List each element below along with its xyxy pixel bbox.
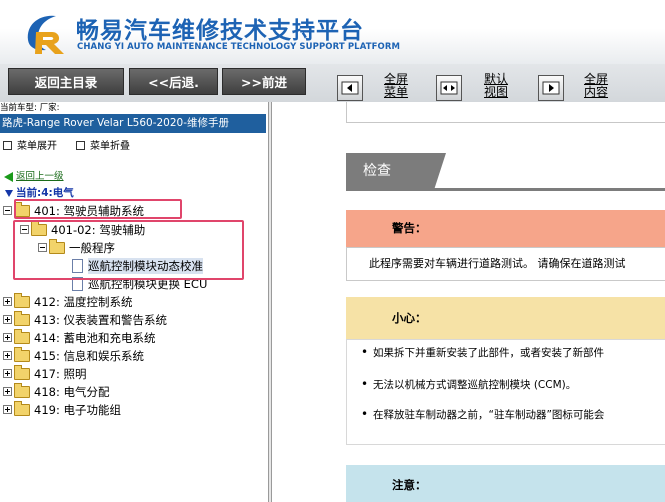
platform-subtitle: CHANG YI AUTO MAINTENANCE TECHNOLOGY SUP… [77,42,401,52]
tree-node-label: 414: 蓄电池和充电系统 [34,330,156,345]
toolbar: 返回主目录 <<后退. >>前进 全屏 菜单 默认 视图 全屏 内容 [0,64,665,102]
tree-panel: 当前车型: 厂家: 路虎-Range Rover Velar L560-2020… [0,102,268,502]
folder-icon [14,292,30,308]
tree-node-401-02[interactable]: 401-02: 驾驶辅助 [20,220,146,238]
tree-node-412[interactable]: 412: 温度控制系统 [3,292,133,310]
caution-heading: 小心： [346,297,665,339]
folder-open-icon [14,201,30,217]
back-arrow-icon [4,171,13,182]
tree-node-label-selected: 巡航控制模块动态校准 [88,257,203,274]
expand-icon[interactable] [3,387,12,396]
caution-item: 无法以机械方式调整巡航控制模块 (CCM)。 [361,377,576,392]
back-up-link[interactable]: 返回上一级 [4,168,64,182]
down-arrow-icon [5,189,13,197]
fullscreen-content-icon[interactable] [538,75,564,101]
tree-node-413[interactable]: 413: 仪表装置和警告系统 [3,310,167,328]
collapse-icon[interactable] [3,206,12,215]
caution-item: 如果拆下并重新安装了此部件，或者安装了新部件 [361,345,604,360]
header-banner: 畅易汽车维修技术支持平台 CHANG YI AUTO MAINTENANCE T… [0,0,665,64]
collapse-menu-button[interactable]: 菜单折叠 [76,137,130,152]
folder-open-icon [31,220,47,236]
back-up-label: 返回上一级 [16,171,64,182]
platform-title: 畅易汽车维修技术支持平台 [76,18,364,44]
fullscreen-menu-label-2: 菜单 [384,85,409,99]
cy-logo-icon [27,15,64,54]
tree-node-cruise-calibration[interactable]: 巡航控制模块动态校准 [72,257,203,274]
tree-node-414[interactable]: 414: 蓄电池和充电系统 [3,328,156,346]
warning-text: 此程序需要对车辆进行道路测试。 请确保在道路测试 [346,247,665,281]
tree-node-label: 415: 信息和娱乐系统 [34,348,144,363]
current-category: 当前:4:电气 [5,185,74,200]
expand-icon[interactable] [3,351,12,360]
tree-node-general-procedures[interactable]: 一般程序 [38,238,115,256]
content-panel: 检查 警告： 此程序需要对车辆进行道路测试。 请确保在道路测试 小心： 如果拆下… [272,102,665,502]
expand-icon[interactable] [3,297,12,306]
tree-node-419[interactable]: 419: 电子功能组 [3,400,121,418]
current-category-label: 当前:4:电气 [16,187,74,199]
expand-icon[interactable] [3,405,12,414]
tree-node-label: 401-02: 驾驶辅助 [51,222,146,237]
fullscreen-content-label-2: 内容 [584,85,609,99]
default-view-icon[interactable] [436,75,462,101]
tree-node-label: 413: 仪表装置和警告系统 [34,312,167,327]
caution-list: 如果拆下并重新安装了此部件，或者安装了新部件 无法以机械方式调整巡航控制模块 (… [346,339,665,445]
tree-node-415[interactable]: 415: 信息和娱乐系统 [3,346,144,364]
expand-icon[interactable] [3,333,12,342]
tree-node-cruise-ecu-replace[interactable]: 巡航控制模块更换 ECU [72,275,207,292]
caution-item: 在释放驻车制动器之前，“驻车制动器”图标可能会 [361,407,604,422]
collapse-icon[interactable] [20,225,29,234]
collapse-menu-label: 菜单折叠 [90,141,130,152]
fullscreen-menu-icon[interactable] [337,75,363,101]
tree-node-label: 419: 电子功能组 [34,402,121,417]
section-title-tab: 检查 [346,153,446,190]
document-icon [72,258,83,273]
tree-node-label: 一般程序 [69,240,115,255]
back-to-main-button[interactable]: 返回主目录 [8,68,124,95]
document-icon [72,276,83,291]
current-model-line: 当前车型: 厂家: [0,103,60,113]
manual-title-bar: 路虎-Range Rover Velar L560-2020-维修手册 [0,114,266,133]
expand-icon[interactable] [3,315,12,324]
forward-button[interactable]: >>前进 [222,68,306,95]
tree-node-418[interactable]: 418: 电气分配 [3,382,110,400]
folder-icon [14,364,30,380]
warning-heading: 警告： [346,210,665,247]
tree-node-label: 418: 电气分配 [34,384,110,399]
folder-icon [14,328,30,344]
folder-icon [14,310,30,326]
collapse-icon[interactable] [38,243,47,252]
folder-icon [14,346,30,362]
collapse-checkbox-icon [76,140,85,150]
tree-node-417[interactable]: 417: 照明 [3,364,87,382]
tree-node-label: 巡航控制模块更换 ECU [88,276,208,291]
expand-menu-button[interactable]: 菜单展开 [3,137,57,152]
tree-node-401[interactable]: 401: 驾驶员辅助系统 [3,201,144,219]
tree-node-label: 412: 温度控制系统 [34,294,133,309]
expand-checkbox-icon [3,140,12,150]
previous-section-box [346,102,665,123]
note-heading: 注意： [346,465,665,502]
fullscreen-menu-link[interactable]: 全屏 菜单 [384,73,408,99]
default-view-label-2: 视图 [484,85,509,99]
fullscreen-content-link[interactable]: 全屏 内容 [584,73,608,99]
folder-open-icon [49,238,65,254]
section-divider [346,188,665,191]
back-button[interactable]: <<后退. [129,68,218,95]
expand-icon[interactable] [3,369,12,378]
tree-node-label: 417: 照明 [34,366,87,381]
tree-node-label: 401: 驾驶员辅助系统 [34,203,144,218]
folder-icon [14,400,30,416]
default-view-link[interactable]: 默认 视图 [484,73,508,99]
expand-menu-label: 菜单展开 [17,141,57,152]
folder-icon [14,382,30,398]
